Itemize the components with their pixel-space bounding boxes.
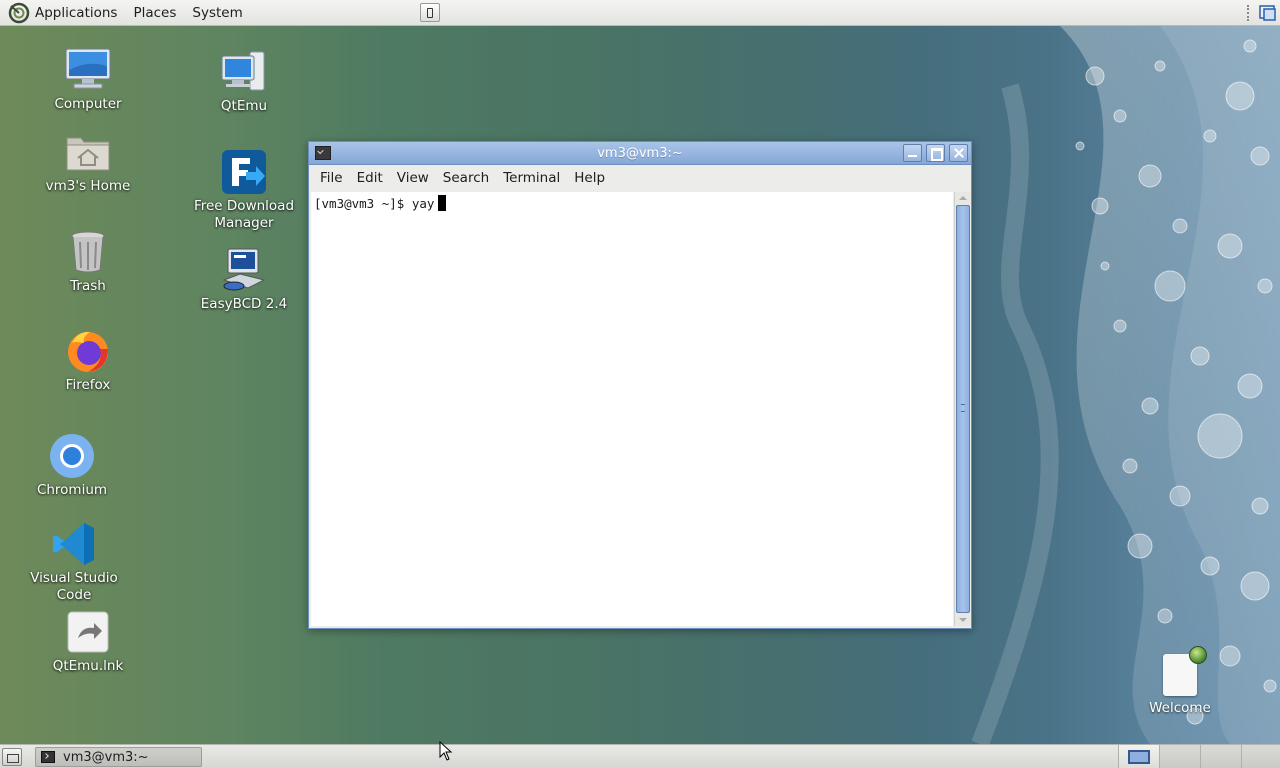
terminal-icon[interactable] — [315, 146, 331, 160]
vscode-label: Visual Studio Code — [30, 570, 118, 603]
home-label: vm3's Home — [45, 178, 131, 194]
close-button[interactable] — [949, 144, 968, 162]
workspace-switcher — [1118, 745, 1280, 768]
maximize-button[interactable] — [926, 144, 945, 162]
trash-icon — [64, 228, 112, 276]
scroll-down-arrow-icon[interactable] — [959, 618, 967, 622]
desktop-icon-free-download-manager[interactable]: Free Download Manager — [189, 148, 299, 232]
menu-search[interactable]: Search — [436, 170, 496, 186]
desktop-icon-vscode[interactable]: Visual Studio Code — [19, 520, 129, 604]
qtemu-lnk-label: QtEmu.lnk — [52, 658, 124, 674]
text-cursor — [438, 195, 447, 211]
welcome-document-icon — [1163, 646, 1207, 696]
terminal-prompt-text: [vm3@vm3 ~]$ yay — [314, 195, 435, 211]
desktop-icon-trash[interactable]: Trash — [33, 228, 143, 295]
terminal-window: vm3@vm3:~ File Edit View Search Terminal… — [308, 141, 972, 629]
trash-label: Trash — [70, 278, 106, 294]
desktop-icon-home[interactable]: vm3's Home — [33, 128, 143, 195]
menu-edit[interactable]: Edit — [350, 170, 390, 186]
firefox-icon — [64, 327, 112, 375]
desktop-icon-qtemu[interactable]: QtEmu — [189, 48, 299, 115]
computer-label: Computer — [54, 96, 122, 112]
vscode-icon — [50, 520, 98, 568]
workspace-window-thumbnail — [1128, 750, 1150, 764]
welcome-label: Welcome — [1149, 700, 1211, 716]
chromium-icon — [48, 432, 96, 480]
system-menu[interactable]: System — [184, 0, 250, 26]
free-download-manager-label: Free Download Manager — [194, 198, 294, 232]
applications-menu[interactable]: Applications — [0, 0, 125, 26]
desktop-icon-welcome[interactable]: Welcome — [1145, 646, 1215, 716]
show-desktop-button[interactable] — [2, 748, 22, 766]
drawer-icon — [427, 7, 433, 18]
free-download-manager-icon — [220, 148, 268, 196]
home-folder-icon — [64, 128, 112, 176]
desktop-icon-firefox[interactable]: Firefox — [33, 327, 143, 394]
terminal-task-icon — [41, 751, 55, 763]
fdm-label-line1: Free Download — [193, 198, 295, 214]
workspace-3[interactable] — [1200, 745, 1241, 768]
top-panel: Applications Places System — [0, 0, 1280, 26]
shortcut-file-icon — [64, 608, 112, 656]
firefox-label: Firefox — [65, 377, 111, 393]
terminal-line: [vm3@vm3 ~]$ yay — [314, 195, 447, 211]
places-menu[interactable]: Places — [125, 0, 184, 26]
workspace-2[interactable] — [1159, 745, 1200, 768]
minimize-button[interactable] — [903, 144, 922, 162]
easybcd-label: EasyBCD 2.4 — [200, 296, 288, 312]
network-icon[interactable] — [1259, 4, 1277, 22]
chromium-label: Chromium — [36, 482, 108, 498]
panel-tray — [1247, 0, 1280, 26]
qtemu-label: QtEmu — [220, 98, 268, 114]
applications-logo-icon — [8, 2, 30, 23]
taskbar-terminal-button[interactable]: vm3@vm3:~ — [35, 747, 202, 767]
terminal-titlebar[interactable]: vm3@vm3:~ — [309, 142, 971, 165]
scroll-up-arrow-icon[interactable] — [959, 196, 967, 200]
desktop-icon-chromium[interactable]: Chromium — [17, 432, 127, 499]
scrollbar-thumb[interactable] — [956, 205, 970, 613]
globe-icon — [1189, 646, 1207, 664]
panel-grip[interactable] — [1247, 5, 1253, 21]
desktop-icon-computer[interactable]: Computer — [33, 46, 143, 113]
bottom-panel: vm3@vm3:~ — [0, 744, 1280, 768]
qtemu-icon — [220, 48, 268, 96]
workspace-1[interactable] — [1118, 745, 1159, 768]
desktop-icon-easybcd[interactable]: EasyBCD 2.4 — [189, 246, 299, 313]
desktop-icon-qtemu-lnk[interactable]: QtEmu.lnk — [33, 608, 143, 675]
taskbar-terminal-label: vm3@vm3:~ — [63, 749, 149, 765]
terminal-menubar: File Edit View Search Terminal Help — [309, 165, 971, 190]
mouse-pointer-icon — [439, 741, 453, 761]
terminal-title: vm3@vm3:~ — [597, 145, 683, 161]
menu-view[interactable]: View — [390, 170, 436, 186]
easybcd-icon — [220, 246, 268, 294]
panel-drawer-button[interactable] — [420, 3, 440, 22]
computer-icon — [64, 46, 112, 94]
menu-terminal[interactable]: Terminal — [496, 170, 567, 186]
fdm-label-line2: Manager — [214, 215, 274, 231]
applications-label: Applications — [35, 4, 118, 21]
terminal-scrollbar[interactable] — [954, 192, 970, 626]
workspace-4[interactable] — [1241, 745, 1280, 768]
menu-file[interactable]: File — [313, 170, 350, 186]
menu-help[interactable]: Help — [567, 170, 612, 186]
terminal-content[interactable]: [vm3@vm3 ~]$ yay — [311, 192, 953, 626]
